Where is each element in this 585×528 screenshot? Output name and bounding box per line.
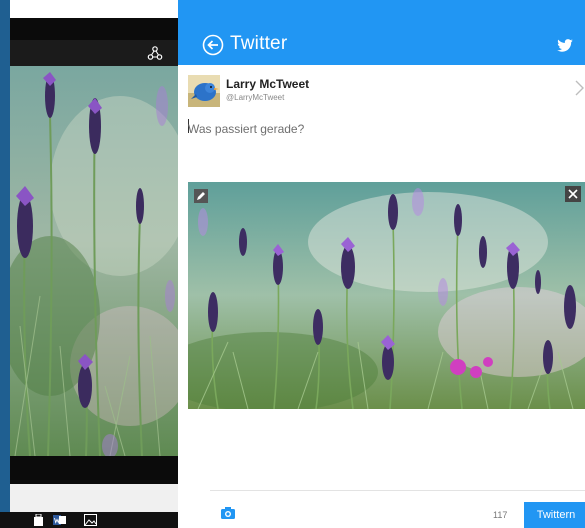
app-title-bar xyxy=(10,40,178,66)
twitter-share-pane: Twitter Larry McTweet @LarryMcTweet Was … xyxy=(178,0,585,528)
chevron-right-icon[interactable] xyxy=(573,78,585,98)
compose-toolbar: 117 Twittern xyxy=(210,490,585,528)
share-header: Twitter xyxy=(178,0,585,65)
account-row[interactable]: Larry McTweet @LarryMcTweet xyxy=(188,72,585,108)
attached-photo xyxy=(188,182,585,409)
windows-store-icon[interactable] xyxy=(33,514,46,526)
window-edge-strip xyxy=(0,0,10,528)
share-title: Twitter xyxy=(230,33,288,54)
photos-icon[interactable] xyxy=(84,514,97,526)
lavender-photo xyxy=(10,66,178,456)
account-handle: @LarryMcTweet xyxy=(226,93,285,102)
app-gap xyxy=(10,484,178,512)
pencil-icon[interactable] xyxy=(194,189,208,203)
share-icon[interactable] xyxy=(147,45,163,61)
tweet-text-input[interactable] xyxy=(188,118,568,140)
photo-viewer-app xyxy=(0,0,178,528)
taskbar xyxy=(0,512,178,528)
camera-icon[interactable] xyxy=(221,507,235,519)
word-icon[interactable] xyxy=(53,514,66,526)
character-count: 117 xyxy=(493,510,508,520)
avatar xyxy=(188,75,220,107)
account-name: Larry McTweet xyxy=(226,77,310,91)
back-arrow-icon[interactable] xyxy=(202,34,224,56)
app-bottom-bar xyxy=(10,456,178,484)
twittern-button[interactable]: Twittern xyxy=(524,502,585,528)
close-icon[interactable] xyxy=(565,186,581,202)
twitter-bird-icon xyxy=(557,39,573,52)
app-top-bar xyxy=(10,18,178,40)
